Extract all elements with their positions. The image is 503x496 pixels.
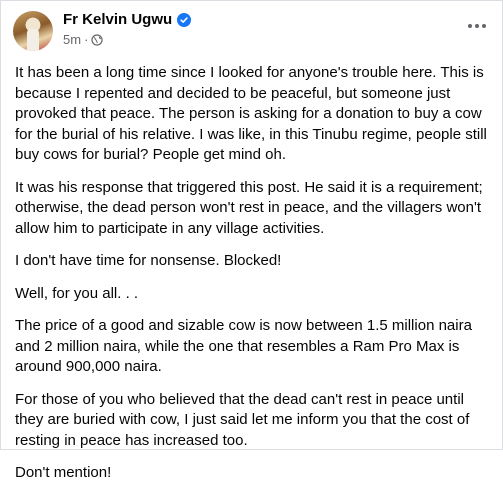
more-options-button[interactable] [462,15,492,37]
post-meta: 5m · [63,32,104,47]
post-paragraph: For those of you who believed that the d… [15,390,470,449]
facebook-post: Fr Kelvin Ugwu 5m · It has been a long t… [0,0,503,481]
author-name[interactable]: Fr Kelvin Ugwu [63,11,172,28]
more-dot [475,24,479,28]
post-paragraph: The price of a good and sizable cow is n… [15,317,472,375]
author-avatar[interactable] [13,11,53,51]
author-name-row: Fr Kelvin Ugwu [63,11,192,28]
meta-separator: · [84,32,89,47]
post-header: Fr Kelvin Ugwu 5m · [1,1,502,59]
globe-icon [91,33,104,46]
post-paragraph: I don't have time for nonsense. Blocked! [15,252,282,269]
post-timestamp[interactable]: 5m [63,32,81,47]
more-dot [482,24,486,28]
post-body: It has been a long time since I looked f… [15,63,490,496]
post-paragraph: It was his response that triggered this … [15,178,483,237]
post-paragraph: It has been a long time since I looked f… [15,64,487,163]
more-dot [468,24,472,28]
post-paragraph: Don't mention! [15,464,112,481]
verified-badge-icon [177,12,192,27]
post-paragraph: Well, for you all. . . [15,284,139,302]
